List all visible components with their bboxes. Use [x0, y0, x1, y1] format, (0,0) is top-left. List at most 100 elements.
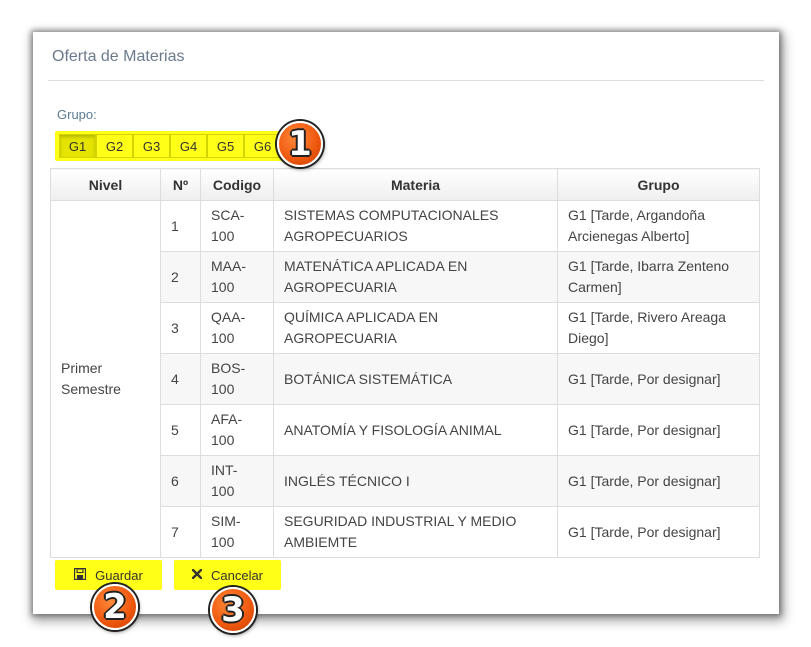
code-cell-line-2: 100	[211, 279, 235, 295]
code-cell-line-2: 100	[211, 381, 235, 397]
code-cell: MAA- 100	[200, 251, 274, 303]
header-materia: Materia	[273, 168, 558, 201]
materia-cell: QUÍMICA APLICADA EN AGROPECUARIA	[273, 302, 558, 354]
number-cell-line-1: 4	[171, 370, 179, 387]
materia-cell-line-1: INGLÉS TÉCNICO I	[284, 472, 410, 489]
close-icon	[191, 568, 203, 582]
floppy-disk-icon	[73, 567, 87, 583]
code-cell-line-1: AFA-	[211, 411, 243, 427]
number-cell-line-1: 1	[171, 217, 179, 234]
panel-title: Oferta de Materias	[52, 48, 185, 65]
grupo-cell: G1 [Tarde, Por designar]	[557, 506, 760, 558]
code-cell: BOS- 100	[200, 353, 274, 405]
group-button-g4[interactable]: G4	[170, 134, 207, 158]
grupo-cell: G1 [Tarde, Por designar]	[557, 455, 760, 507]
group-button-g3[interactable]: G3	[133, 134, 170, 158]
callout-badge-2: 2	[92, 584, 138, 630]
group-button-bar: G1 G2 G3 G4 G5 G6	[55, 131, 313, 161]
callout-badge-1: 1	[277, 121, 323, 167]
code-cell: AFA- 100	[200, 404, 274, 456]
materia-cell-line-1: SEGURIDAD INDUSTRIAL Y MEDIO	[284, 513, 517, 529]
grupo-cell: G1 [Tarde, Por designar]	[557, 353, 760, 405]
grupo-cell-line-1: G1 [Tarde, Ibarra Zenteno	[568, 258, 730, 274]
nivel-line-1: Primer	[61, 360, 103, 376]
code-cell-line-2: 100	[211, 432, 235, 448]
save-button-label: Guardar	[95, 567, 143, 583]
grupo-cell-line-1: G1 [Tarde, Por designar]	[568, 370, 721, 387]
number-cell: 1	[160, 200, 201, 252]
materia-cell-line-2: AGROPECUARIOS	[284, 228, 408, 244]
oferta-panel: Oferta de Materias Grupo: G1 G2 G3 G4 G5…	[33, 32, 779, 614]
grupo-cell-line-1: G1 [Tarde, Por designar]	[568, 472, 721, 489]
grupo-cell-line-1: G1 [Tarde, Por designar]	[568, 421, 721, 438]
materia-cell-line-2: AGROPECUARIA	[284, 330, 397, 346]
number-cell: 2	[160, 251, 201, 303]
materia-cell-line-2: AGROPECUARIA	[284, 279, 397, 295]
number-cell: 5	[160, 404, 201, 456]
header-nivel: Nivel	[50, 168, 161, 201]
header-codigo: Codigo	[200, 168, 274, 201]
cancel-button[interactable]: Cancelar	[174, 560, 281, 590]
code-cell-line-2: 100	[211, 330, 235, 346]
materia-cell: INGLÉS TÉCNICO I	[273, 455, 558, 507]
table-row: Primer Semestre 1 SCA- 100 SISTEMAS COMPUTACI…	[50, 200, 760, 558]
code-cell-line-2: 100	[211, 534, 235, 550]
nivel-cell: Primer Semestre	[50, 200, 161, 558]
grupo-cell-line-2: Carmen]	[568, 279, 622, 295]
materia-cell-line-1: ANATOMÍA Y FISOLOGÍA ANIMAL	[284, 421, 502, 438]
number-cell-line-1: 3	[171, 319, 179, 336]
grupo-cell-line-1: G1 [Tarde, Por designar]	[568, 523, 721, 540]
code-cell-line-1: MAA-	[211, 258, 246, 274]
code-cell: SIM- 100	[200, 506, 274, 558]
materia-cell-line-1: SISTEMAS COMPUTACIONALES	[284, 207, 499, 223]
number-cell: 6	[160, 455, 201, 507]
title-divider	[48, 80, 764, 81]
materia-cell: SISTEMAS COMPUTACIONALES AGROPECUARIOS	[273, 200, 558, 252]
grupo-cell-line-2: Diego]	[568, 330, 609, 346]
code-cell-line-1: BOS-	[211, 360, 246, 376]
group-label: Grupo:	[57, 107, 97, 122]
number-cell: 4	[160, 353, 201, 405]
grupo-cell-line-1: G1 [Tarde, Rivero Areaga	[568, 309, 726, 325]
nivel-line-2: Semestre	[61, 381, 121, 397]
number-cell-line-1: 6	[171, 472, 179, 489]
materia-cell-line-2: AMBIEMTE	[284, 534, 358, 550]
cancel-button-label: Cancelar	[210, 567, 264, 583]
code-cell-line-1: SCA-	[211, 207, 245, 223]
number-cell: 7	[160, 506, 201, 558]
grupo-cell-line-2: Arcienegas Alberto]	[568, 228, 690, 244]
materia-cell: SEGURIDAD INDUSTRIAL Y MEDIO AMBIEMTE	[273, 506, 558, 558]
code-cell: SCA- 100	[200, 200, 274, 252]
grupo-cell: G1 [Tarde, Argandoña Arcienegas Alberto]	[557, 200, 760, 252]
group-button-g2[interactable]: G2	[96, 134, 133, 158]
grupo-cell: G1 [Tarde, Ibarra Zenteno Carmen]	[557, 251, 760, 303]
materia-cell-line-1: MATENÁTICA APLICADA EN	[284, 258, 468, 274]
grupo-cell: G1 [Tarde, Rivero Areaga Diego]	[557, 302, 760, 354]
number-cell: 3	[160, 302, 201, 354]
code-cell-line-1: QAA-	[211, 309, 246, 325]
materia-cell-line-1: QUÍMICA APLICADA EN	[284, 309, 439, 325]
materia-cell: BOTÁNICA SISTEMÁTICA	[273, 353, 558, 405]
table-header-row: Nivel Nº Codigo Materia Grupo	[50, 168, 760, 201]
materia-cell: ANATOMÍA Y FISOLOGÍA ANIMAL	[273, 404, 558, 456]
number-cell-line-1: 5	[171, 421, 179, 438]
code-cell-line-2: 100	[211, 483, 235, 499]
grupo-cell-line-1: G1 [Tarde, Argandoña	[568, 207, 705, 223]
group-button-g6[interactable]: G6	[244, 134, 281, 158]
materia-cell-line-1: BOTÁNICA SISTEMÁTICA	[284, 370, 453, 387]
number-cell-line-1: 7	[171, 523, 179, 540]
code-cell-line-1: INT-	[211, 462, 238, 478]
group-button-g1[interactable]: G1	[59, 134, 96, 158]
grupo-cell: G1 [Tarde, Por designar]	[557, 404, 760, 456]
header-numero: Nº	[160, 168, 201, 201]
code-cell: INT- 100	[200, 455, 274, 507]
materia-cell: MATENÁTICA APLICADA EN AGROPECUARIA	[273, 251, 558, 303]
callout-badge-3: 3	[210, 587, 256, 633]
group-button-g5[interactable]: G5	[207, 134, 244, 158]
subjects-table: Nivel Nº Codigo Materia Grupo Primer Seme…	[50, 168, 760, 558]
code-cell: QAA- 100	[200, 302, 274, 354]
number-cell-line-1: 2	[171, 268, 179, 285]
code-cell-line-2: 100	[211, 228, 235, 244]
header-grupo: Grupo	[557, 168, 760, 201]
code-cell-line-1: SIM-	[211, 513, 241, 529]
